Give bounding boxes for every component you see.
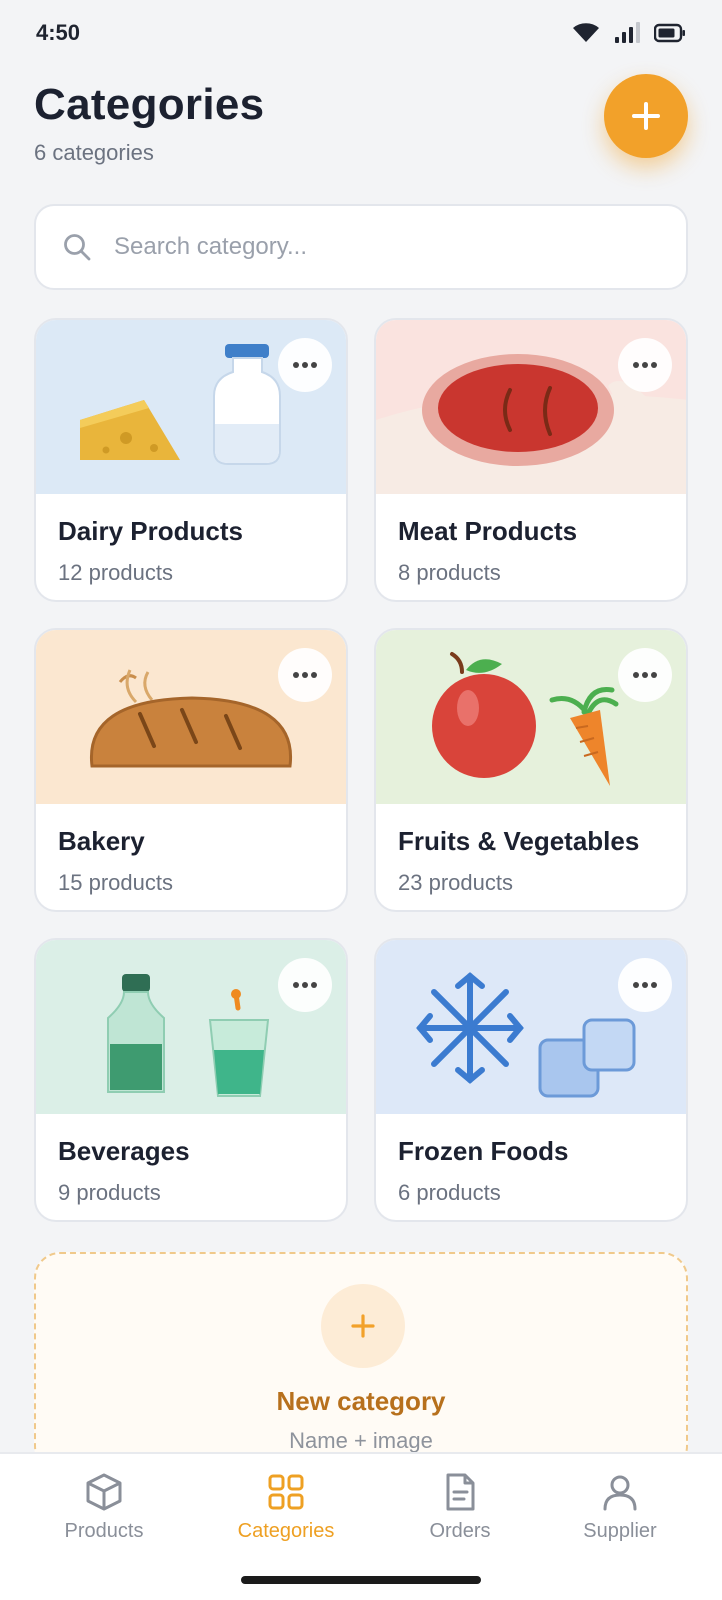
more-options-button[interactable] [278, 648, 332, 702]
category-card-beverages[interactable]: Beverages 9 products [34, 938, 348, 1222]
document-icon [446, 1473, 475, 1511]
category-name: Beverages [58, 1136, 190, 1166]
ellipsis-icon [633, 362, 657, 368]
ellipsis-icon [293, 672, 317, 678]
plus-icon [632, 102, 660, 130]
ellipsis-icon [293, 362, 317, 368]
tab-orders[interactable]: Orders [380, 1472, 540, 1543]
ellipsis-icon [293, 982, 317, 988]
search-bar[interactable] [34, 204, 688, 290]
category-product-count: 23 products [398, 870, 513, 895]
category-card-bakery[interactable]: Bakery 15 products [34, 628, 348, 912]
status-bar: 4:50 [0, 0, 722, 66]
category-card-frozen[interactable]: Frozen Foods 6 products [374, 938, 688, 1222]
header: Categories 6 categories [34, 80, 264, 166]
more-options-button[interactable] [618, 958, 672, 1012]
new-category-tile[interactable]: New category Name + image [34, 1252, 688, 1472]
user-icon [603, 1475, 637, 1511]
search-icon [64, 234, 91, 261]
more-options-button[interactable] [618, 338, 672, 392]
tab-categories[interactable]: Categories [206, 1472, 366, 1543]
category-name: Meat Products [398, 516, 578, 546]
status-time: 4:50 [36, 20, 81, 45]
category-product-count: 6 products [398, 1180, 501, 1205]
tab-label: Supplier [583, 1520, 657, 1542]
grid-icon [268, 1474, 304, 1510]
category-product-count: 9 products [58, 1180, 161, 1205]
ellipsis-icon [633, 982, 657, 988]
signal-icon [615, 22, 640, 43]
category-product-count: 8 products [398, 560, 501, 585]
search-input[interactable] [114, 233, 634, 261]
category-product-count: 12 products [58, 560, 173, 585]
new-category-plus-button[interactable] [321, 1284, 405, 1368]
status-icons [572, 22, 686, 44]
category-product-count: 15 products [58, 870, 173, 895]
ellipsis-icon [633, 672, 657, 678]
category-card-meat[interactable]: Meat Products 8 products [374, 318, 688, 602]
more-options-button[interactable] [278, 338, 332, 392]
category-card-dairy[interactable]: Dairy Products 12 products [34, 318, 348, 602]
category-name: Dairy Products [58, 516, 243, 546]
category-name: Frozen Foods [398, 1136, 569, 1166]
category-name: Fruits & Vegetables [398, 826, 640, 856]
box-icon [86, 1473, 122, 1511]
category-name: Bakery [58, 826, 145, 856]
plus-icon [351, 1314, 375, 1338]
new-category-label: New category [276, 1386, 446, 1416]
tab-label: Products [64, 1520, 144, 1542]
page-title: Categories [34, 80, 265, 129]
tab-supplier[interactable]: Supplier [540, 1472, 700, 1543]
wifi-icon [573, 23, 599, 42]
tab-products[interactable]: Products [24, 1472, 184, 1543]
new-category-hint: Name + image [289, 1428, 433, 1453]
tab-label: Orders [429, 1520, 491, 1542]
more-options-button[interactable] [278, 958, 332, 1012]
add-category-button[interactable] [604, 74, 688, 158]
tab-label: Categories [237, 1520, 335, 1542]
more-options-button[interactable] [618, 648, 672, 702]
category-count: 6 categories [34, 140, 154, 165]
home-indicator [241, 1576, 481, 1584]
battery-icon [654, 23, 685, 43]
category-card-fruits-vegetables[interactable]: Fruits & Vegetables 23 products [374, 628, 688, 912]
